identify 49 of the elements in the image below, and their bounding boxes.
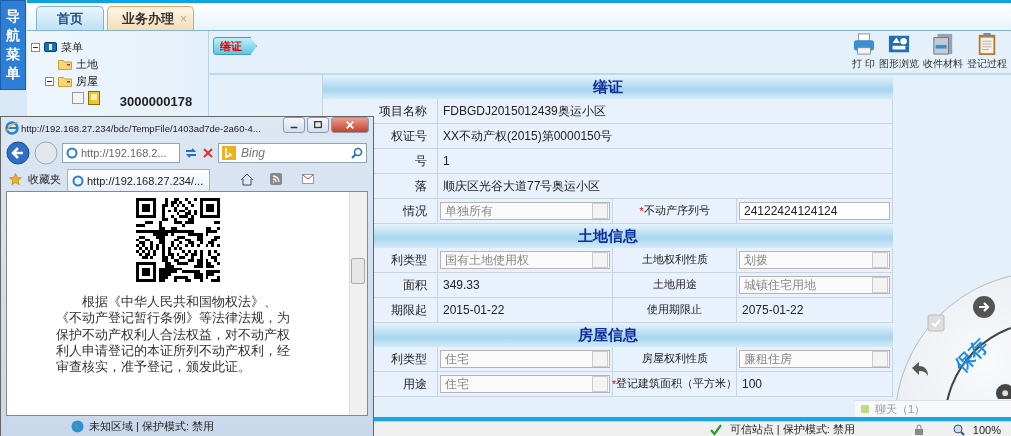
field-label: 土地权利性质 [641, 253, 708, 267]
field-value: 100 [741, 377, 763, 391]
field-label: 期限起 [391, 301, 427, 319]
step-tag: 缮证 [213, 37, 257, 55]
toolbar-label[interactable]: 打 印 [852, 57, 875, 71]
field-label: 权证号 [391, 127, 427, 145]
field-label: 项目名称 [379, 102, 427, 120]
field-label: 号 [415, 152, 427, 170]
field-label: 用途 [403, 375, 427, 393]
field-value: 2015-01-22 [442, 303, 505, 317]
tab[interactable]: 首页 [36, 6, 104, 30]
section-title: 缮证 [323, 75, 893, 99]
favorites-button[interactable]: 收藏夹 [28, 171, 61, 187]
tree-item[interactable]: 房屋 [76, 73, 98, 89]
field-label: 使用期限止 [647, 303, 702, 317]
field-label: 不动产序列号 [643, 204, 710, 218]
zoom-level[interactable]: 100% [972, 423, 1001, 436]
certificate-text: 根据《中华人民共和国物权法》、《不动产登记暂行条例》等法律法规，为保护不动产权利人合法权益，对不动产权利人申请登记的本证所列不动产权利，经审查核实，准予登记，颁发此证。 [56, 294, 291, 376]
field-value: 2075-01-22 [741, 303, 804, 317]
field-label: 利类型 [391, 350, 427, 368]
toolbar-label[interactable]: 收件材料 [923, 57, 963, 71]
required-marker: * [639, 205, 644, 217]
address-field[interactable]: http://192.168.2... [62, 143, 180, 163]
required-marker: * [611, 378, 617, 390]
toolbar-label[interactable]: 图形浏览 [879, 57, 919, 71]
field-value: 1 [442, 154, 450, 168]
field-value: FDBGDJ2015012439奥运小区 [442, 102, 606, 120]
field-label: 土地用途 [652, 278, 697, 292]
nav-menu-label[interactable]: 导航菜单 [0, 0, 26, 90]
browser-tab[interactable]: http://192.168.27.234/... [67, 169, 211, 191]
tree-item[interactable]: 土地 [76, 56, 98, 72]
tree-item[interactable]: 3000000178 [104, 87, 208, 109]
field-value: 顺庆区光谷大道77号奥运小区 [442, 177, 601, 195]
field-label: 利类型 [391, 251, 427, 269]
toolbar-label[interactable]: 登记过程 [967, 57, 1007, 71]
field-label: 情况 [403, 202, 427, 220]
search-field[interactable]: Bing [218, 143, 367, 163]
field-value: 349.33 [442, 278, 480, 292]
window-title: http://192.168.27.234/bdc/TempFile/1403ad7de-2a60-4... [21, 122, 262, 134]
tree-item[interactable]: 菜单 [61, 39, 83, 55]
field-label: 登记建筑面积（平方米） [616, 377, 738, 391]
field-label: 房屋权利性质 [641, 352, 708, 366]
tab[interactable]: 业务办理 × [107, 6, 194, 30]
input-field[interactable]: 24122424124124 [739, 202, 890, 220]
field-label: 落 [415, 177, 427, 195]
field-label: 面积 [403, 276, 427, 294]
security-zone-text: 未知区域 | 保护模式: 禁用 [89, 418, 215, 434]
security-zone-text: 可信站点 | 保护模式: 禁用 [729, 422, 855, 436]
field-value: XX不动产权(2015)第0000150号 [442, 127, 613, 145]
